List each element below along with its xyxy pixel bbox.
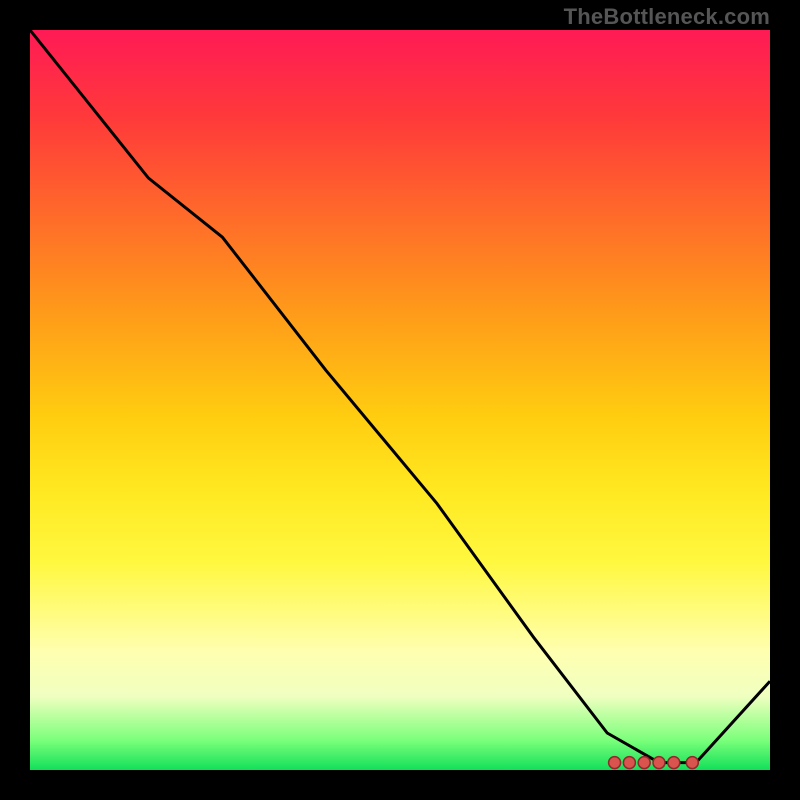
watermark-text: TheBottleneck.com xyxy=(564,4,770,30)
plot-area xyxy=(30,30,770,770)
optimal-point-marker xyxy=(638,757,650,769)
chart-frame: TheBottleneck.com xyxy=(0,0,800,800)
optimal-point-marker xyxy=(686,757,698,769)
optimal-point-marker xyxy=(609,757,621,769)
bottleneck-line xyxy=(30,30,770,763)
optimal-point-marker xyxy=(623,757,635,769)
optimal-point-marker xyxy=(668,757,680,769)
optimal-point-marker xyxy=(653,757,665,769)
line-chart-svg xyxy=(30,30,770,770)
